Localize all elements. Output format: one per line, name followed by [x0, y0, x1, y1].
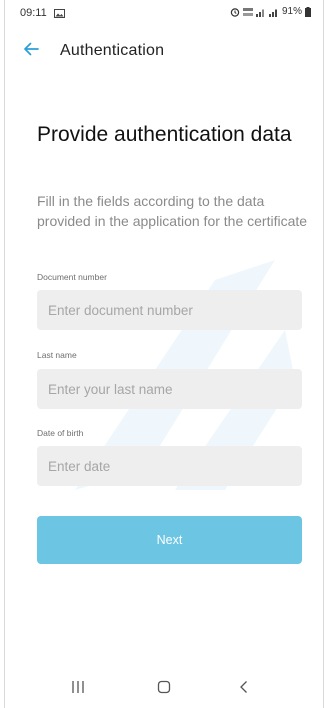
battery-percent: 91%: [281, 6, 302, 17]
last-name-label: Last name: [37, 350, 77, 360]
home-icon[interactable]: [157, 680, 171, 694]
next-button[interactable]: Next: [37, 516, 302, 564]
arrow-left-icon[interactable]: [23, 42, 39, 56]
app-title: Authentication: [60, 42, 165, 59]
phone-screen: 09:11 91% Authentication Provide authent…: [4, 0, 324, 708]
signal-icon: [268, 9, 277, 17]
status-time: 09:11: [20, 7, 47, 19]
status-icons: 91%: [230, 6, 311, 17]
status-bar: 09:11 91%: [5, 0, 323, 28]
date-of-birth-input[interactable]: [37, 446, 302, 486]
app-bar: Authentication: [5, 28, 323, 76]
document-number-label: Document number: [37, 272, 107, 282]
alarm-icon: [230, 7, 240, 17]
date-of-birth-label: Date of birth: [37, 428, 84, 438]
last-name-input[interactable]: [37, 369, 302, 409]
system-nav-bar: [5, 672, 323, 708]
back-icon[interactable]: [237, 680, 251, 694]
recent-apps-icon[interactable]: [71, 680, 85, 694]
page-heading: Provide authentication data: [37, 123, 292, 146]
signal-icon: [255, 9, 264, 17]
page-description: Fill in the fields according to the data…: [37, 193, 308, 229]
battery-icon: [305, 6, 311, 17]
image-icon: [54, 9, 65, 18]
document-number-input[interactable]: [37, 290, 302, 330]
lte-icon: [242, 7, 253, 16]
